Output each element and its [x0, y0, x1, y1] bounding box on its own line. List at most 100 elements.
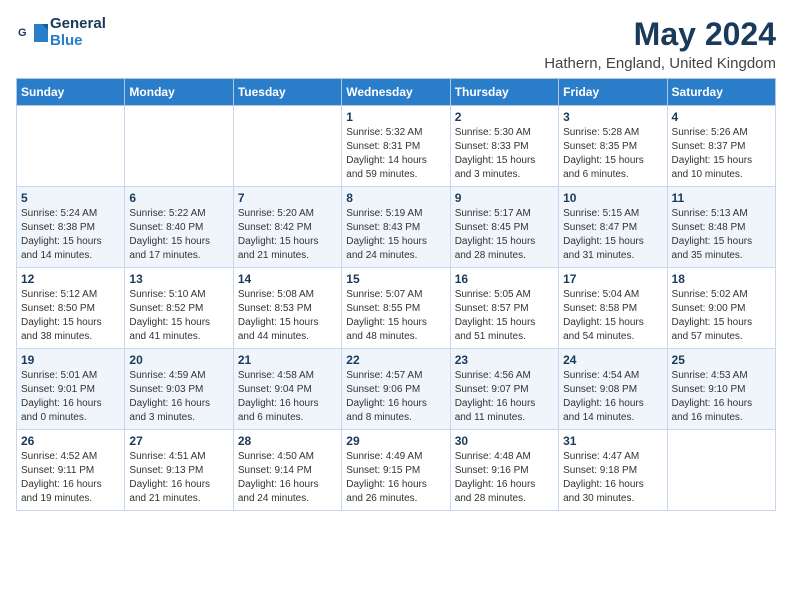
- calendar-cell: 6 Sunrise: 5:22 AM Sunset: 8:40 PM Daylig…: [125, 187, 233, 268]
- day-number: 26: [21, 434, 120, 448]
- calendar-cell: 7 Sunrise: 5:20 AM Sunset: 8:42 PM Daylig…: [233, 187, 341, 268]
- location-subtitle: Hathern, England, United Kingdom: [544, 55, 776, 72]
- day-detail: Sunrise: 4:49 AM Sunset: 9:15 PM Dayligh…: [346, 450, 445, 506]
- day-number: 13: [129, 272, 228, 286]
- calendar-cell: [17, 106, 125, 187]
- day-detail: Sunrise: 5:01 AM Sunset: 9:01 PM Dayligh…: [21, 369, 120, 425]
- calendar-cell: [233, 106, 341, 187]
- calendar-week-1: 1 Sunrise: 5:32 AM Sunset: 8:31 PM Daylig…: [17, 106, 776, 187]
- day-detail: Sunrise: 5:02 AM Sunset: 9:00 PM Dayligh…: [672, 288, 771, 344]
- calendar-cell: 5 Sunrise: 5:24 AM Sunset: 8:38 PM Daylig…: [17, 187, 125, 268]
- day-number: 15: [346, 272, 445, 286]
- day-number: 10: [563, 191, 662, 205]
- day-number: 1: [346, 110, 445, 124]
- calendar-week-2: 5 Sunrise: 5:24 AM Sunset: 8:38 PM Daylig…: [17, 187, 776, 268]
- logo-blue: Blue: [50, 33, 106, 50]
- day-number: 7: [238, 191, 337, 205]
- calendar-cell: 8 Sunrise: 5:19 AM Sunset: 8:43 PM Daylig…: [342, 187, 450, 268]
- day-detail: Sunrise: 5:20 AM Sunset: 8:42 PM Dayligh…: [238, 207, 337, 263]
- calendar-header-saturday: Saturday: [667, 79, 775, 106]
- logo: G General Blue: [16, 16, 106, 49]
- calendar-cell: [125, 106, 233, 187]
- day-number: 11: [672, 191, 771, 205]
- day-number: 29: [346, 434, 445, 448]
- calendar-cell: 20Sunrise: 4:59 AM Sunset: 9:03 PM Dayli…: [125, 349, 233, 430]
- day-detail: Sunrise: 5:04 AM Sunset: 8:58 PM Dayligh…: [563, 288, 662, 344]
- day-number: 18: [672, 272, 771, 286]
- day-detail: Sunrise: 4:51 AM Sunset: 9:13 PM Dayligh…: [129, 450, 228, 506]
- day-number: 5: [21, 191, 120, 205]
- calendar-cell: 19 Sunrise: 5:01 AM Sunset: 9:01 PM Dayli…: [17, 349, 125, 430]
- calendar-week-3: 12Sunrise: 5:12 AM Sunset: 8:50 PM Dayli…: [17, 268, 776, 349]
- day-number: 30: [455, 434, 554, 448]
- calendar-week-5: 26 Sunrise: 4:52 AM Sunset: 9:11 PM Dayli…: [17, 430, 776, 511]
- day-detail: Sunrise: 4:50 AM Sunset: 9:14 PM Dayligh…: [238, 450, 337, 506]
- page-header: G General Blue May 2024 Hathern, England…: [16, 16, 776, 72]
- calendar-table: SundayMondayTuesdayWednesdayThursdayFrid…: [16, 78, 776, 511]
- day-detail: Sunrise: 5:24 AM Sunset: 8:38 PM Dayligh…: [21, 207, 120, 263]
- calendar-cell: 26 Sunrise: 4:52 AM Sunset: 9:11 PM Dayli…: [17, 430, 125, 511]
- day-detail: Sunrise: 4:48 AM Sunset: 9:16 PM Dayligh…: [455, 450, 554, 506]
- month-year-title: May 2024: [544, 16, 776, 53]
- day-detail: Sunrise: 5:13 AM Sunset: 8:48 PM Dayligh…: [672, 207, 771, 263]
- day-number: 3: [563, 110, 662, 124]
- title-block: May 2024 Hathern, England, United Kingdo…: [544, 16, 776, 72]
- day-detail: Sunrise: 4:54 AM Sunset: 9:08 PM Dayligh…: [563, 369, 662, 425]
- day-number: 2: [455, 110, 554, 124]
- calendar-cell: 10 Sunrise: 5:15 AM Sunset: 8:47 PM Dayli…: [559, 187, 667, 268]
- calendar-cell: 27Sunrise: 4:51 AM Sunset: 9:13 PM Dayli…: [125, 430, 233, 511]
- calendar-header-friday: Friday: [559, 79, 667, 106]
- calendar-cell: 21Sunrise: 4:58 AM Sunset: 9:04 PM Dayli…: [233, 349, 341, 430]
- day-detail: Sunrise: 4:53 AM Sunset: 9:10 PM Dayligh…: [672, 369, 771, 425]
- day-number: 12: [21, 272, 120, 286]
- svg-text:G: G: [18, 27, 27, 39]
- calendar-cell: 31Sunrise: 4:47 AM Sunset: 9:18 PM Dayli…: [559, 430, 667, 511]
- day-number: 28: [238, 434, 337, 448]
- calendar-cell: 15Sunrise: 5:07 AM Sunset: 8:55 PM Dayli…: [342, 268, 450, 349]
- calendar-cell: 28 Sunrise: 4:50 AM Sunset: 9:14 PM Dayli…: [233, 430, 341, 511]
- day-number: 19: [21, 353, 120, 367]
- day-detail: Sunrise: 4:52 AM Sunset: 9:11 PM Dayligh…: [21, 450, 120, 506]
- day-number: 16: [455, 272, 554, 286]
- day-detail: Sunrise: 5:10 AM Sunset: 8:52 PM Dayligh…: [129, 288, 228, 344]
- day-detail: Sunrise: 5:08 AM Sunset: 8:53 PM Dayligh…: [238, 288, 337, 344]
- day-detail: Sunrise: 5:28 AM Sunset: 8:35 PM Dayligh…: [563, 126, 662, 182]
- day-number: 22: [346, 353, 445, 367]
- calendar-header-tuesday: Tuesday: [233, 79, 341, 106]
- calendar-cell: 1 Sunrise: 5:32 AM Sunset: 8:31 PM Daylig…: [342, 106, 450, 187]
- day-detail: Sunrise: 4:56 AM Sunset: 9:07 PM Dayligh…: [455, 369, 554, 425]
- day-number: 25: [672, 353, 771, 367]
- logo-general: General: [50, 16, 106, 33]
- calendar-cell: 3 Sunrise: 5:28 AM Sunset: 8:35 PM Daylig…: [559, 106, 667, 187]
- day-detail: Sunrise: 5:15 AM Sunset: 8:47 PM Dayligh…: [563, 207, 662, 263]
- day-detail: Sunrise: 5:17 AM Sunset: 8:45 PM Dayligh…: [455, 207, 554, 263]
- calendar-header-thursday: Thursday: [450, 79, 558, 106]
- calendar-cell: 30 Sunrise: 4:48 AM Sunset: 9:16 PM Dayli…: [450, 430, 558, 511]
- calendar-cell: 9Sunrise: 5:17 AM Sunset: 8:45 PM Daylig…: [450, 187, 558, 268]
- calendar-week-4: 19 Sunrise: 5:01 AM Sunset: 9:01 PM Dayli…: [17, 349, 776, 430]
- day-number: 21: [238, 353, 337, 367]
- calendar-cell: 22 Sunrise: 4:57 AM Sunset: 9:06 PM Dayli…: [342, 349, 450, 430]
- calendar-cell: 24 Sunrise: 4:54 AM Sunset: 9:08 PM Dayli…: [559, 349, 667, 430]
- day-number: 6: [129, 191, 228, 205]
- calendar-cell: 23Sunrise: 4:56 AM Sunset: 9:07 PM Dayli…: [450, 349, 558, 430]
- day-number: 8: [346, 191, 445, 205]
- calendar-cell: 16Sunrise: 5:05 AM Sunset: 8:57 PM Dayli…: [450, 268, 558, 349]
- logo-icon: G: [16, 22, 48, 44]
- calendar-cell: 17Sunrise: 5:04 AM Sunset: 8:58 PM Dayli…: [559, 268, 667, 349]
- calendar-cell: 18 Sunrise: 5:02 AM Sunset: 9:00 PM Dayli…: [667, 268, 775, 349]
- day-detail: Sunrise: 5:32 AM Sunset: 8:31 PM Dayligh…: [346, 126, 445, 182]
- day-detail: Sunrise: 5:22 AM Sunset: 8:40 PM Dayligh…: [129, 207, 228, 263]
- calendar-header-sunday: Sunday: [17, 79, 125, 106]
- calendar-header-wednesday: Wednesday: [342, 79, 450, 106]
- day-number: 24: [563, 353, 662, 367]
- day-detail: Sunrise: 4:59 AM Sunset: 9:03 PM Dayligh…: [129, 369, 228, 425]
- calendar-cell: 12Sunrise: 5:12 AM Sunset: 8:50 PM Dayli…: [17, 268, 125, 349]
- calendar-header-row: SundayMondayTuesdayWednesdayThursdayFrid…: [17, 79, 776, 106]
- day-detail: Sunrise: 5:19 AM Sunset: 8:43 PM Dayligh…: [346, 207, 445, 263]
- day-detail: Sunrise: 5:26 AM Sunset: 8:37 PM Dayligh…: [672, 126, 771, 182]
- calendar-cell: 4 Sunrise: 5:26 AM Sunset: 8:37 PM Daylig…: [667, 106, 775, 187]
- day-number: 4: [672, 110, 771, 124]
- calendar-cell: 29 Sunrise: 4:49 AM Sunset: 9:15 PM Dayli…: [342, 430, 450, 511]
- day-detail: Sunrise: 4:57 AM Sunset: 9:06 PM Dayligh…: [346, 369, 445, 425]
